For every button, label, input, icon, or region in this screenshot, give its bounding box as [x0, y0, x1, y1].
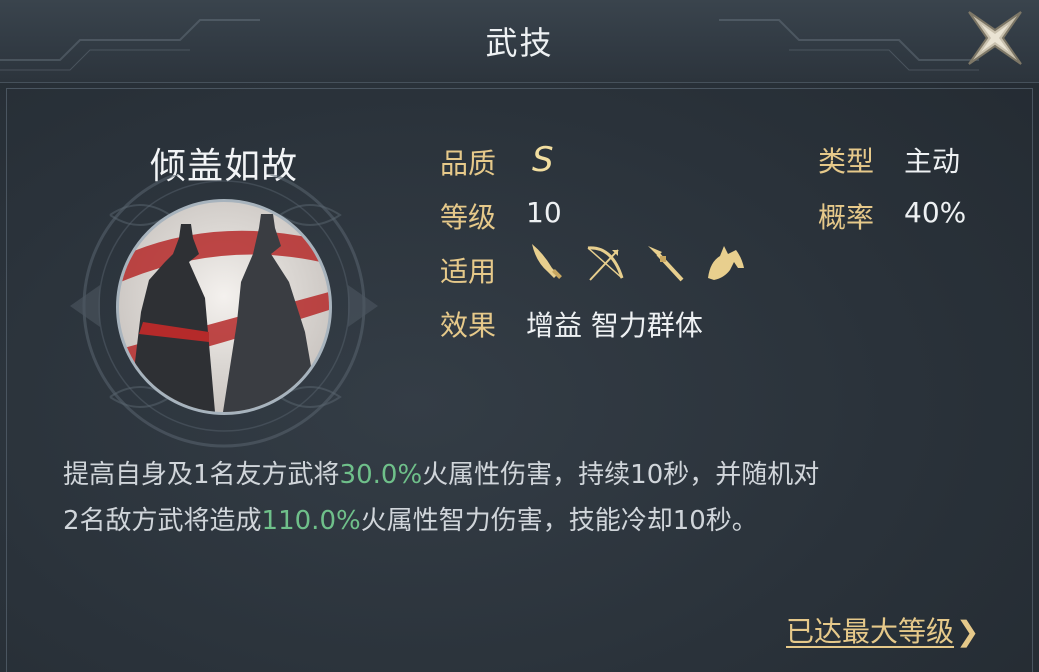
rate-label: 概率 — [818, 201, 875, 234]
rate-value: 40% — [904, 196, 967, 229]
description-line-2: 2名敌方武将造成110.0%火属性智力伤害，技能冷却10秒。 — [63, 498, 1003, 544]
warriors-silhouette-icon — [119, 214, 329, 412]
header-bar: 武技 — [0, 0, 1039, 82]
quality-label: 品质 — [440, 147, 497, 180]
skill-portrait — [116, 199, 332, 415]
level-value: 10 — [526, 196, 562, 229]
saber-icon[interactable] — [522, 240, 568, 286]
applies-label: 适用 — [440, 255, 497, 288]
close-button[interactable] — [959, 2, 1031, 74]
close-icon — [968, 11, 1022, 65]
level-label: 等级 — [440, 201, 497, 234]
spear-icon[interactable] — [642, 240, 688, 286]
chevron-right-icon: ❯ — [956, 615, 980, 648]
quality-value: S — [532, 140, 554, 180]
description-line-1: 提高自身及1名友方武将30.0%火属性伤害，持续10秒，并随机对 — [63, 452, 1003, 498]
skill-detail-dialog: 武技 倾盖如故 品质 S 等级 10 适用 效果 增益 智力群体 类型 主动 概… — [0, 0, 1039, 672]
desc-highlight: 110.0% — [261, 506, 361, 536]
header-divider — [0, 82, 1039, 83]
max-level-text: 已达最大等级 — [786, 615, 955, 648]
desc-text: 火属性智力伤害，技能冷却10秒。 — [360, 506, 758, 536]
bow-icon[interactable] — [582, 240, 628, 286]
horse-icon[interactable] — [702, 240, 748, 286]
applicable-weapons — [522, 240, 762, 286]
desc-text: 2名敌方武将造成 — [63, 506, 262, 536]
desc-highlight: 30.0% — [339, 460, 423, 490]
effect-value: 增益 智力群体 — [526, 309, 703, 342]
effect-label: 效果 — [440, 309, 497, 342]
dialog-title: 武技 — [485, 24, 554, 62]
desc-text: 提高自身及1名友方武将 — [63, 460, 340, 490]
type-label: 类型 — [818, 145, 875, 178]
max-level-link[interactable]: 已达最大等级❯ — [786, 610, 979, 650]
type-value: 主动 — [904, 145, 961, 178]
desc-text: 火属性伤害，持续10秒，并随机对 — [422, 460, 820, 490]
